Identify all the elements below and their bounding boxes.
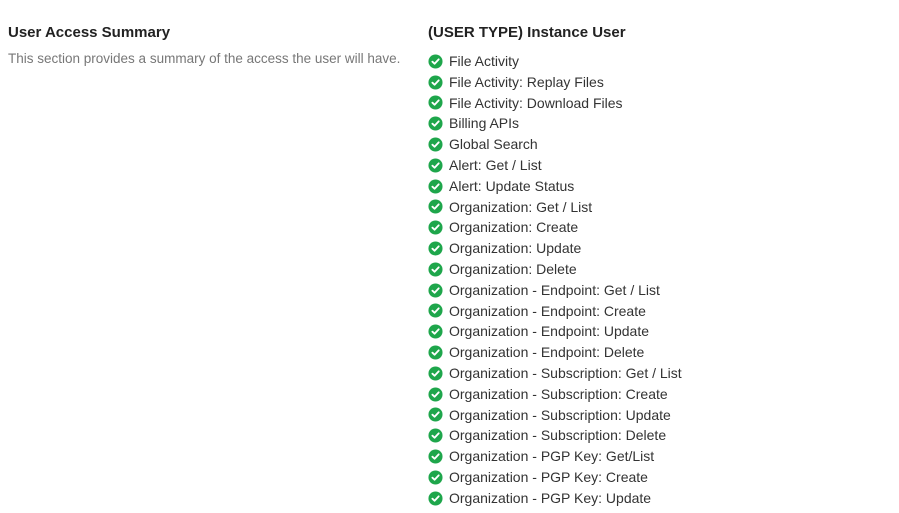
check-circle-icon: [428, 262, 443, 277]
permission-label: Organization - Subscription: Create: [449, 386, 668, 403]
check-circle-icon: [428, 116, 443, 131]
check-circle-icon: [428, 137, 443, 152]
check-circle-icon: [428, 428, 443, 443]
check-circle-icon: [428, 54, 443, 69]
check-circle-icon: [428, 283, 443, 298]
permission-item: Organization: Update: [428, 238, 891, 259]
permission-label: Organization: Update: [449, 240, 581, 257]
permission-item: Organization - Endpoint: Update: [428, 321, 891, 342]
check-circle-icon: [428, 387, 443, 402]
permission-label: Organization - Endpoint: Update: [449, 323, 649, 340]
check-circle-icon: [428, 241, 443, 256]
check-circle-icon: [428, 407, 443, 422]
permission-item: Organization - PGP Key: Create: [428, 467, 891, 488]
permission-label: Organization: Get / List: [449, 199, 592, 216]
check-circle-icon: [428, 366, 443, 381]
check-circle-icon: [428, 95, 443, 110]
permission-item: Alert: Update Status: [428, 176, 891, 197]
permission-label: Organization - Endpoint: Get / List: [449, 282, 660, 299]
permission-label: Organization: Delete: [449, 261, 577, 278]
permission-item: Organization - Subscription: Create: [428, 384, 891, 405]
permission-label: Organization - Subscription: Delete: [449, 427, 666, 444]
permission-label: Organization - PGP Key: Get/List: [449, 448, 654, 465]
summary-left-column: User Access Summary This section provide…: [8, 24, 428, 513]
section-title: User Access Summary: [8, 24, 428, 41]
permission-item: File Activity: Replay Files: [428, 72, 891, 93]
permission-label: File Activity: Replay Files: [449, 74, 604, 91]
permission-item: Organization - Endpoint: Create: [428, 301, 891, 322]
permission-label: Organization - Endpoint: Create: [449, 303, 646, 320]
permission-label: Organization - Subscription: Get / List: [449, 365, 682, 382]
check-circle-icon: [428, 199, 443, 214]
check-circle-icon: [428, 470, 443, 485]
permission-label: Organization - PGP Key: Create: [449, 469, 648, 486]
permission-label: Organization - Subscription: Update: [449, 407, 671, 424]
permission-item: File Activity: Download Files: [428, 93, 891, 114]
check-circle-icon: [428, 449, 443, 464]
permission-item: Organization: Create: [428, 217, 891, 238]
permission-item: Organization - Subscription: Update: [428, 405, 891, 426]
permission-item: Global Search: [428, 134, 891, 155]
permission-item: Organization - Endpoint: Delete: [428, 342, 891, 363]
check-circle-icon: [428, 179, 443, 194]
check-circle-icon: [428, 491, 443, 506]
permission-item: Organization - Subscription: Get / List: [428, 363, 891, 384]
check-circle-icon: [428, 303, 443, 318]
permission-label: Alert: Update Status: [449, 178, 574, 195]
permission-item: Organization - PGP Key: Get/List: [428, 446, 891, 467]
permission-label: Organization - Endpoint: Delete: [449, 344, 644, 361]
permission-item: Organization - Endpoint: Get / List: [428, 280, 891, 301]
permission-item: Organization - PGP Key: Update: [428, 488, 891, 509]
permission-item: Alert: Get / List: [428, 155, 891, 176]
permission-item: Billing APIs: [428, 113, 891, 134]
check-circle-icon: [428, 220, 443, 235]
permission-label: Organization - PGP Key: Update: [449, 490, 651, 507]
check-circle-icon: [428, 324, 443, 339]
user-access-summary-page: User Access Summary This section provide…: [0, 0, 899, 513]
permission-item: File Activity: [428, 51, 891, 72]
permission-item: Organization: Delete: [428, 259, 891, 280]
permission-label: File Activity: [449, 53, 519, 70]
permission-label: File Activity: Download Files: [449, 95, 623, 112]
permission-label: Billing APIs: [449, 115, 519, 132]
permission-label: Organization: Create: [449, 219, 578, 236]
check-circle-icon: [428, 75, 443, 90]
permission-label: Global Search: [449, 136, 538, 153]
summary-right-column: (USER TYPE) Instance User File ActivityF…: [428, 24, 891, 513]
permission-list: File Activity File Activity: Replay Files…: [428, 51, 891, 509]
check-circle-icon: [428, 345, 443, 360]
permission-item: Organization: Get / List: [428, 197, 891, 218]
permission-item: Organization - Subscription: Delete: [428, 425, 891, 446]
permission-label: Alert: Get / List: [449, 157, 542, 174]
check-circle-icon: [428, 158, 443, 173]
section-description: This section provides a summary of the a…: [8, 51, 428, 66]
user-type-heading: (USER TYPE) Instance User: [428, 24, 891, 41]
